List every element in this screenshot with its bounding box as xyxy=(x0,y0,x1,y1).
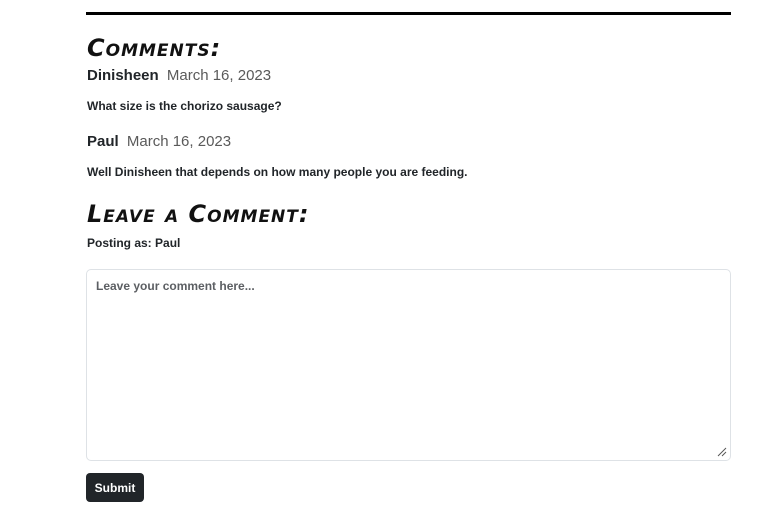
comment-body: Well Dinisheen that depends on how many … xyxy=(87,165,468,179)
comment-date: March 16, 2023 xyxy=(166,67,272,84)
comment-textarea-container xyxy=(86,269,731,461)
comment-textarea[interactable] xyxy=(87,270,730,460)
comment-meta: Dinisheen March 16, 2023 xyxy=(87,67,271,85)
comment-date: March 16, 2023 xyxy=(126,133,232,150)
comment-body: What size is the chorizo sausage? xyxy=(87,99,282,113)
comment-author: Paul xyxy=(87,133,119,150)
submit-button[interactable]: Submit xyxy=(86,473,144,502)
section-divider xyxy=(86,12,731,15)
comments-heading: Comments: xyxy=(87,34,222,62)
comments-panel: Comments: Dinisheen March 16, 2023 What … xyxy=(0,0,784,532)
resize-handle-icon[interactable] xyxy=(717,447,727,457)
comment-meta: Paul March 16, 2023 xyxy=(87,133,231,151)
leave-comment-heading: Leave a Comment: xyxy=(87,200,310,228)
comment-author: Dinisheen xyxy=(87,67,159,84)
posting-as-label: Posting as: Paul xyxy=(87,236,181,250)
